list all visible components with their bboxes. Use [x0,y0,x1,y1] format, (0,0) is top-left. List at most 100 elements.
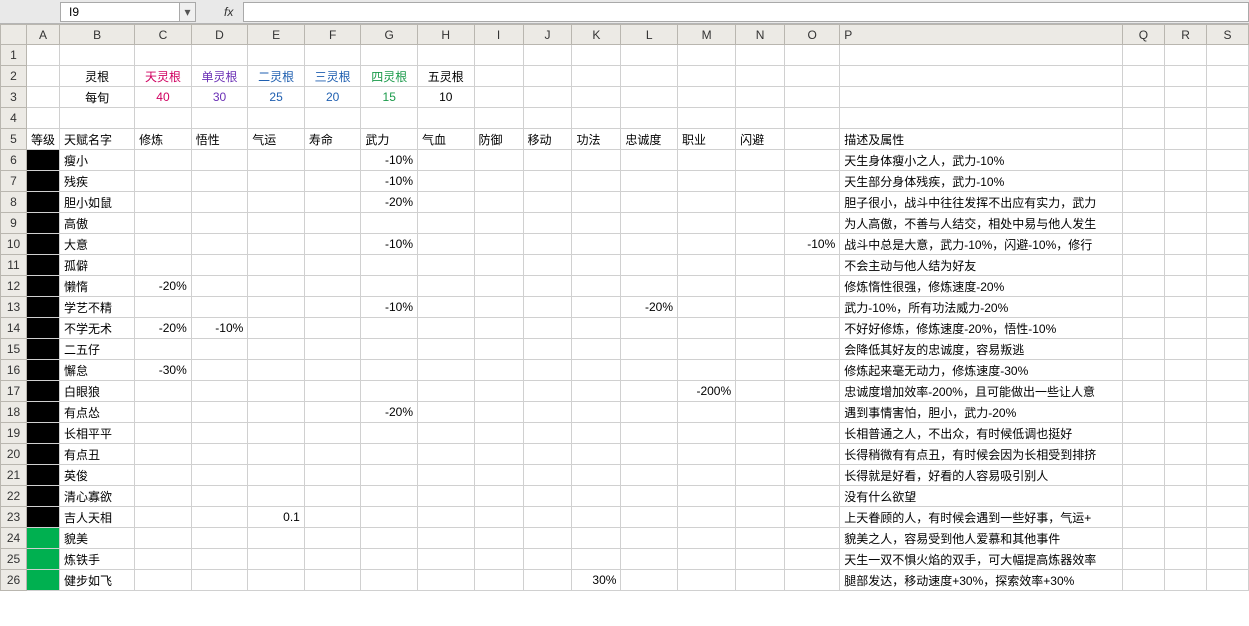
cell-M5[interactable]: 职业 [677,129,735,150]
cell-J12[interactable] [523,276,572,297]
cell-M16[interactable] [677,360,735,381]
cell-L12[interactable] [621,276,678,297]
cell-S20[interactable] [1207,444,1249,465]
cell-N19[interactable] [736,423,785,444]
row-header[interactable]: 15 [1,339,27,360]
cell-K15[interactable] [572,339,621,360]
cell-S17[interactable] [1207,381,1249,402]
cell-S6[interactable] [1207,150,1249,171]
cell-H1[interactable] [417,45,474,66]
cell-R12[interactable] [1165,276,1207,297]
cell-K6[interactable] [572,150,621,171]
cell-A2[interactable] [27,66,60,87]
cell-L15[interactable] [621,339,678,360]
talent-desc[interactable]: 忠诚度增加效率-200%，且可能做出一些让人意 [840,381,1122,402]
cell-F6[interactable] [304,150,361,171]
cell-O1[interactable] [785,45,840,66]
cell-I25[interactable] [474,549,523,570]
col-header-S[interactable]: S [1207,25,1249,45]
talent-name[interactable]: 吉人天相 [60,507,135,528]
cell-I5[interactable]: 防御 [474,129,523,150]
cell-G22[interactable] [361,486,418,507]
cell-E6[interactable] [248,150,305,171]
cell-J24[interactable] [523,528,572,549]
cell-C7[interactable] [135,171,192,192]
row-header[interactable]: 17 [1,381,27,402]
cell-C4[interactable] [135,108,192,129]
cell-G12[interactable] [361,276,418,297]
cell-G14[interactable] [361,318,418,339]
cell-R3[interactable] [1165,87,1207,108]
cell-F16[interactable] [304,360,361,381]
cell-K26[interactable]: 30% [572,570,621,591]
row-header[interactable]: 24 [1,528,27,549]
cell-K5[interactable]: 功法 [572,129,621,150]
cell-I21[interactable] [474,465,523,486]
cell-I20[interactable] [474,444,523,465]
col-header-D[interactable]: D [191,25,248,45]
talent-name[interactable]: 貌美 [60,528,135,549]
cell-O22[interactable] [785,486,840,507]
cell-R26[interactable] [1165,570,1207,591]
cell-O4[interactable] [785,108,840,129]
cell-F1[interactable] [304,45,361,66]
cell-R13[interactable] [1165,297,1207,318]
cell-O26[interactable] [785,570,840,591]
cell-G19[interactable] [361,423,418,444]
cell-D6[interactable] [191,150,248,171]
cell-G17[interactable] [361,381,418,402]
cell-Q10[interactable] [1122,234,1164,255]
col-header-E[interactable]: E [248,25,305,45]
cell-J9[interactable] [523,213,572,234]
cell-H12[interactable] [417,276,474,297]
cell-N11[interactable] [736,255,785,276]
cell-D17[interactable] [191,381,248,402]
cell-C16[interactable]: -30% [135,360,192,381]
row-header[interactable]: 5 [1,129,27,150]
cell-L10[interactable] [621,234,678,255]
cell-K18[interactable] [572,402,621,423]
row-header[interactable]: 26 [1,570,27,591]
cell-N1[interactable] [736,45,785,66]
talent-name[interactable]: 瘦小 [60,150,135,171]
cell-J15[interactable] [523,339,572,360]
col-header-K[interactable]: K [572,25,621,45]
row-header[interactable]: 1 [1,45,27,66]
cell-L6[interactable] [621,150,678,171]
cell-D1[interactable] [191,45,248,66]
cell-F18[interactable] [304,402,361,423]
talent-name[interactable]: 清心寡欲 [60,486,135,507]
cell-K1[interactable] [572,45,621,66]
select-all-corner[interactable] [1,25,27,45]
cell-N25[interactable] [736,549,785,570]
cell-Q12[interactable] [1122,276,1164,297]
cell-M14[interactable] [677,318,735,339]
cell-E19[interactable] [248,423,305,444]
row-header[interactable]: 10 [1,234,27,255]
cell-L25[interactable] [621,549,678,570]
cell-M24[interactable] [677,528,735,549]
cell-H11[interactable] [417,255,474,276]
cell-N16[interactable] [736,360,785,381]
cell-S14[interactable] [1207,318,1249,339]
cell-L14[interactable] [621,318,678,339]
cell-F10[interactable] [304,234,361,255]
cell-R8[interactable] [1165,192,1207,213]
cell-N9[interactable] [736,213,785,234]
cell-C5[interactable]: 修炼 [135,129,192,150]
talent-name[interactable]: 二五仔 [60,339,135,360]
cell-S3[interactable] [1207,87,1249,108]
cell-Q5[interactable] [1122,129,1164,150]
cell-B5[interactable]: 天赋名字 [60,129,135,150]
cell-S11[interactable] [1207,255,1249,276]
cell-J4[interactable] [523,108,572,129]
cell-C26[interactable] [135,570,192,591]
talent-name[interactable]: 懈怠 [60,360,135,381]
cell-F15[interactable] [304,339,361,360]
cell-D25[interactable] [191,549,248,570]
cell-I17[interactable] [474,381,523,402]
cell-I1[interactable] [474,45,523,66]
cell-S7[interactable] [1207,171,1249,192]
cell-O8[interactable] [785,192,840,213]
cell-H4[interactable] [417,108,474,129]
